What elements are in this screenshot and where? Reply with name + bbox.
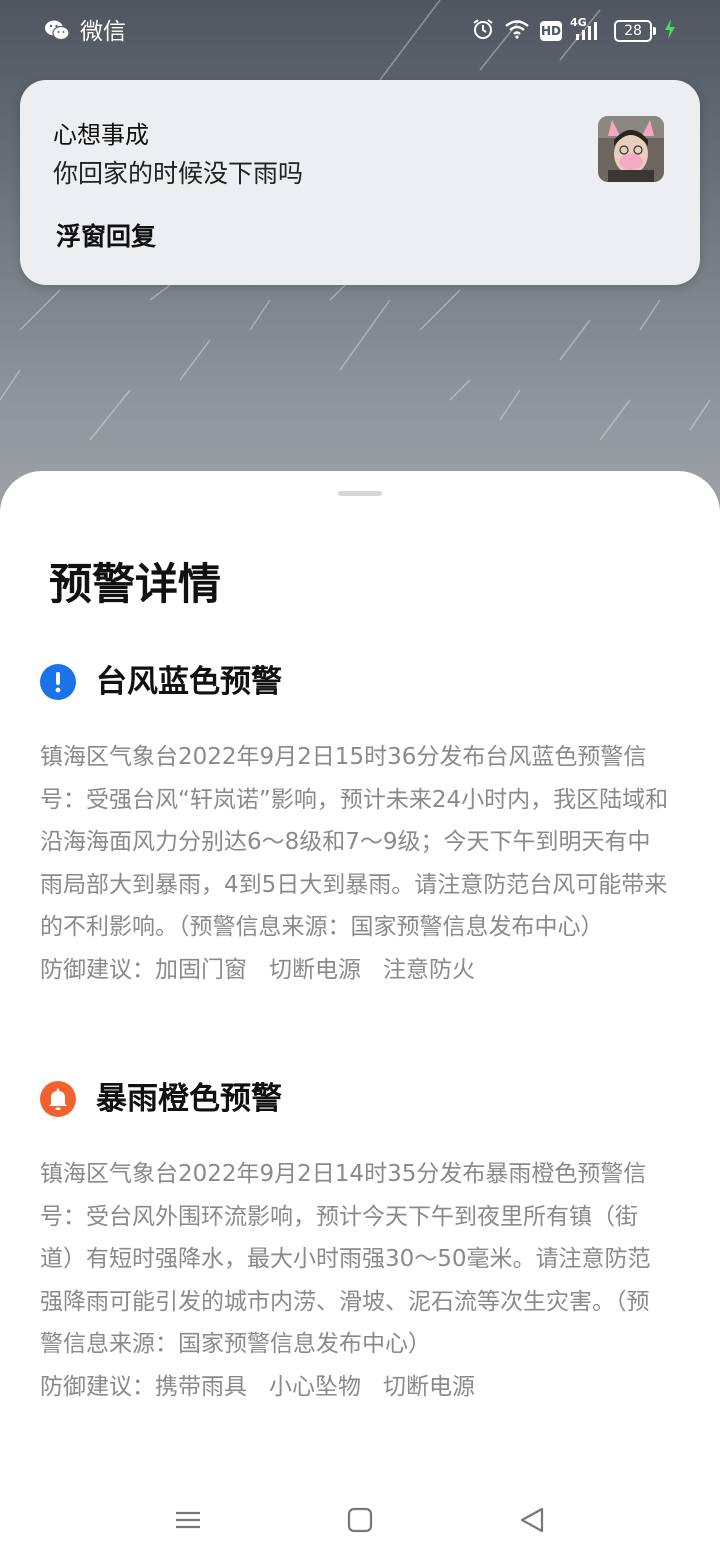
home-icon[interactable] [340, 1500, 380, 1540]
status-app-name: 微信 [80, 19, 126, 45]
sheet-drag-handle[interactable] [338, 491, 382, 496]
battery-icon: 28 [614, 20, 656, 42]
notification-message: 你回家的时候没下雨吗 [53, 159, 304, 188]
alert-header: 暴雨橙色预警 [40, 1079, 680, 1119]
back-icon[interactable] [512, 1500, 552, 1540]
avatar [598, 116, 664, 182]
notification-title: 心想事成 [53, 121, 149, 149]
advice-label: 防御建议： [40, 956, 155, 983]
advice-item: 携带雨具 [155, 1373, 247, 1400]
notification-card[interactable]: 心想事成 你回家的时候没下雨吗 浮窗回复 [20, 80, 700, 285]
hd-icon: HD [540, 21, 562, 41]
alert-rainstorm-orange: 暴雨橙色预警 镇海区气象台2022年9月2日14时35分发布暴雨橙色预警信号：受… [40, 1079, 680, 1408]
alert-header: 台风蓝色预警 [40, 662, 680, 702]
menu-icon[interactable] [168, 1500, 208, 1540]
advice-label: 防御建议： [40, 1373, 155, 1400]
alert-details-sheet: 预警详情 台风蓝色预警 镇海区气象台2022年9月2日15时36分发布台风蓝色预… [0, 471, 720, 1560]
alert-advice: 防御建议：携带雨具 小心坠物 切断电源 [40, 1366, 680, 1409]
alert-typhoon-blue: 台风蓝色预警 镇海区气象台2022年9月2日15时36分发布台风蓝色预警信号：受… [40, 662, 680, 991]
bell-icon [40, 1081, 76, 1117]
status-bar: 微信 HD 4G 28 [0, 0, 720, 64]
advice-item: 小心坠物 [269, 1373, 361, 1400]
alert-advice: 防御建议：加固门窗 切断电源 注意防火 [40, 949, 680, 992]
advice-item: 加固门窗 [155, 956, 247, 983]
floating-reply-button[interactable]: 浮窗回复 [56, 220, 156, 254]
page-title: 预警详情 [49, 560, 221, 610]
alarm-icon [472, 18, 494, 44]
wifi-icon [504, 19, 530, 43]
exclamation-icon [40, 664, 76, 700]
charging-icon [664, 18, 676, 44]
alert-description: 镇海区气象台2022年9月2日15时36分发布台风蓝色预警信号：受强台风“轩岚诺… [40, 744, 669, 940]
navigation-bar [0, 1490, 720, 1560]
alert-title: 暴雨橙色预警 [96, 1081, 282, 1117]
advice-item: 切断电源 [269, 956, 361, 983]
status-right: HD 4G 28 [472, 16, 676, 44]
advice-item: 注意防火 [383, 956, 475, 983]
alert-description: 镇海区气象台2022年9月2日14时35分发布暴雨橙色预警信号：受台风外围环流影… [40, 1161, 651, 1357]
advice-item: 切断电源 [383, 1373, 475, 1400]
signal-icon: 4G [570, 16, 598, 42]
wechat-icon [44, 18, 70, 46]
alert-title: 台风蓝色预警 [96, 664, 282, 700]
status-left: 微信 [44, 16, 126, 48]
